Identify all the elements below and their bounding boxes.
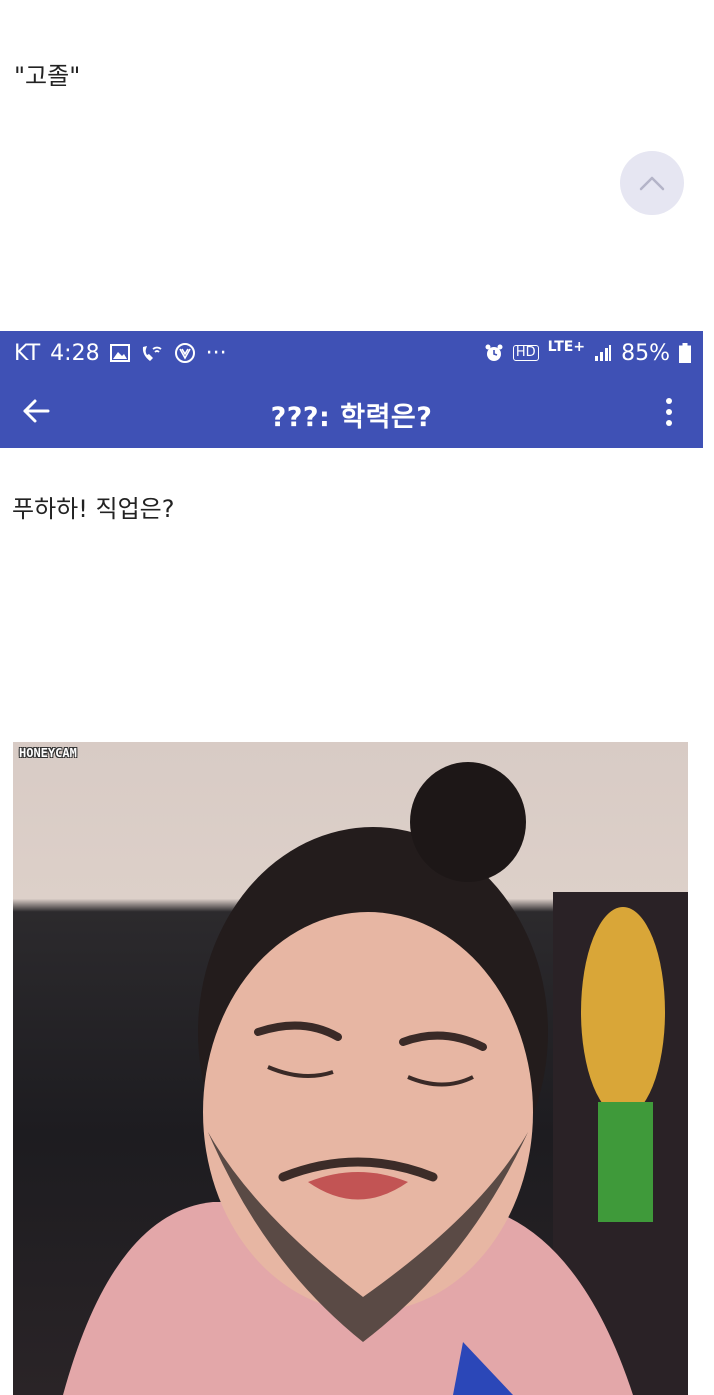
gallery-icon: [109, 344, 130, 362]
alarm-icon: [484, 343, 504, 363]
battery-percent: 85%: [621, 340, 670, 366]
more-notifications: ···: [205, 340, 227, 366]
image-watermark: HONEYCAM: [19, 746, 77, 760]
status-bar: KT 4:28 ··· HD LTE+ 85%: [0, 331, 703, 375]
more-vert-icon[interactable]: [655, 393, 683, 431]
quoted-text: "고졸": [14, 62, 81, 90]
hd-voice-badge: HD: [512, 345, 539, 361]
chevron-up-icon: [639, 176, 665, 191]
wifi-call-icon: [140, 343, 164, 363]
clock-time: 4:28: [50, 340, 100, 366]
carrier-label: KT: [14, 340, 41, 366]
network-type: LTE+: [547, 339, 586, 355]
scroll-top-button[interactable]: [620, 151, 684, 215]
battery-icon: [679, 343, 691, 363]
signal-icon: [594, 344, 612, 362]
photo-illustration: [63, 762, 688, 1395]
menu-dot: [666, 420, 672, 426]
page-title: ???: 학력은?: [270, 402, 433, 433]
post-image: HONEYCAM: [13, 742, 688, 1395]
menu-dot: [666, 398, 672, 404]
menu-dot: [666, 409, 672, 415]
vpn-shield-icon: [174, 342, 196, 364]
app-bar: ???: 학력은?: [0, 375, 703, 448]
post-text: 푸하하! 직업은?: [12, 495, 175, 523]
